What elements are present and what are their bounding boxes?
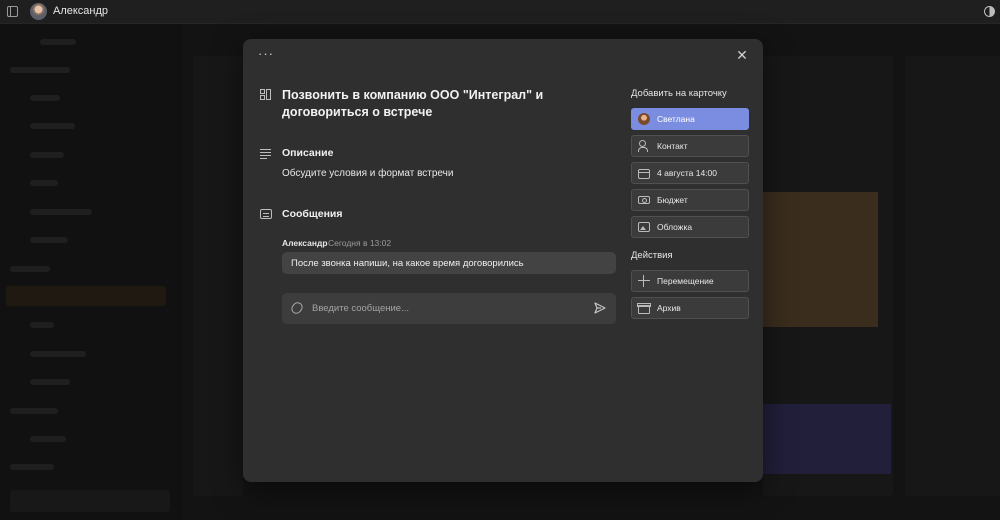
card-modal: ··· ✕ Позвонить в компанию ООО "Интеграл… [243, 39, 763, 482]
archive-button[interactable]: Архив [631, 297, 749, 319]
due-date-label: 4 августа 14:00 [657, 168, 717, 178]
actions-heading: Действия [631, 250, 673, 261]
budget-label: Бюджет [657, 195, 688, 205]
messages-icon [260, 209, 272, 219]
contact-icon [638, 140, 650, 152]
archive-icon [637, 302, 651, 314]
message-author: Александр [282, 238, 328, 248]
description-text[interactable]: Обсудите условия и формат встречи [282, 168, 453, 179]
budget-button[interactable]: Бюджет [631, 189, 749, 211]
calendar-icon [638, 168, 650, 179]
due-date-button[interactable]: 4 августа 14:00 [631, 162, 749, 184]
message-input[interactable] [312, 293, 582, 324]
top-bar: Александр [0, 0, 1000, 24]
cover-label: Обложка [657, 222, 693, 232]
contact-label: Контакт [657, 141, 688, 151]
app-root: Александр ··· ✕ Позвонить в компанию ООО… [0, 0, 1000, 520]
move-button[interactable]: Перемещение [631, 270, 749, 292]
assignee-button[interactable]: Светлана [631, 108, 749, 130]
theme-toggle-icon[interactable] [984, 6, 995, 17]
user-name[interactable]: Александр [53, 5, 108, 17]
close-icon[interactable]: ✕ [735, 48, 749, 62]
move-label: Перемещение [657, 276, 714, 286]
contact-button[interactable]: Контакт [631, 135, 749, 157]
archive-label: Архив [657, 303, 681, 313]
move-icon [638, 275, 650, 287]
message-bubble: После звонка напиши, на какое время дого… [282, 252, 616, 274]
send-icon[interactable] [594, 302, 606, 314]
more-options-button[interactable]: ··· [257, 47, 275, 63]
card-title[interactable]: Позвонить в компанию ООО "Интеграл" и до… [282, 87, 602, 121]
messages-heading: Сообщения [282, 208, 343, 220]
image-icon [638, 222, 650, 232]
assignee-label: Светлана [657, 114, 695, 124]
sidebar-toggle-icon[interactable] [7, 6, 18, 17]
message-time: Сегодня в 13:02 [328, 238, 392, 248]
add-to-card-heading: Добавить на карточку [631, 88, 727, 99]
budget-icon [638, 196, 650, 204]
cover-button[interactable]: Обложка [631, 216, 749, 238]
user-avatar[interactable] [30, 3, 47, 20]
description-heading: Описание [282, 147, 334, 159]
description-icon [260, 148, 272, 160]
message-composer [282, 293, 616, 324]
assignee-avatar [638, 113, 650, 125]
attach-icon[interactable] [289, 300, 305, 316]
card-icon [260, 89, 272, 101]
